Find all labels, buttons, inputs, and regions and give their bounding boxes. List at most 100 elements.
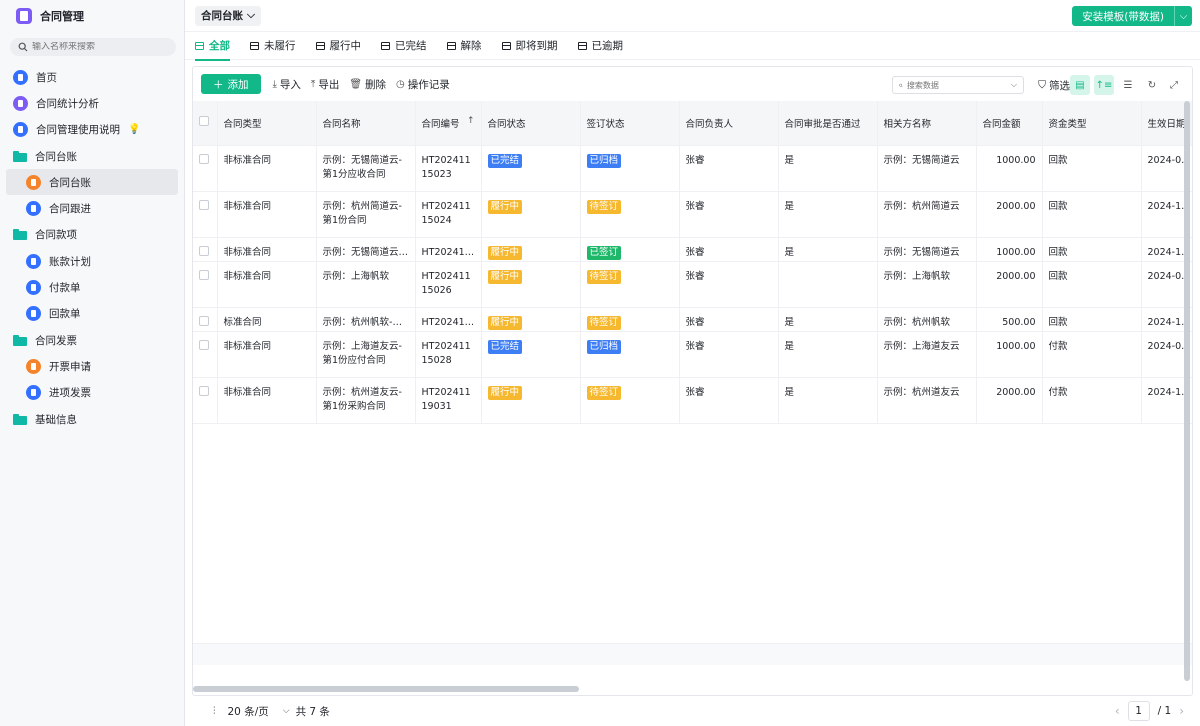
table-row[interactable]: 非标准合同 示例：无锡简道云-第1分应收合同 HT20241115023 已完结 已归档… xyxy=(193,145,1192,192)
sidebar-item-5[interactable]: 合同跟进 xyxy=(0,195,184,221)
sidebar-item-13[interactable]: 基础信息 xyxy=(0,406,184,432)
add-button[interactable]: ＋ 添加 xyxy=(201,74,261,94)
sidebar-item-2[interactable]: 合同管理使用说明 💡 xyxy=(0,117,184,143)
row-checkbox[interactable] xyxy=(193,145,218,192)
status-badge: 履行中 xyxy=(487,199,523,214)
cell-text: 回款 xyxy=(1048,316,1068,328)
table-row[interactable]: 非标准合同 示例：上海帆软 HT20241115026 履行中 待签订 张睿 示例：上海帆软… xyxy=(193,261,1192,308)
tab-3[interactable]: 已完结 xyxy=(381,32,427,60)
sidebar-item-0[interactable]: 首页 xyxy=(0,64,184,90)
sidebar-item-8[interactable]: 付款单 xyxy=(0,274,184,300)
comment-view-icon[interactable]: ▤ xyxy=(1070,75,1090,95)
sidebar-item-6[interactable]: 合同款项 xyxy=(0,222,184,248)
table-row[interactable]: 标准合同 示例：杭州帆软-第1... HT2024111... 履行中 待签订 张睿 是 示例… xyxy=(193,307,1192,332)
row-checkbox[interactable] xyxy=(193,331,218,378)
cell-text: 500.00 xyxy=(1002,316,1036,328)
sidebar-item-7[interactable]: 账款计划 xyxy=(0,248,184,274)
delete-button[interactable]: 🗑 删除 xyxy=(349,77,386,92)
tab-label: 全部 xyxy=(209,40,230,52)
horizontal-scrollbar[interactable] xyxy=(193,686,579,692)
table-row[interactable]: 非标准合同 示例：杭州道友云-第1份采购合同 HT20241119031 履行中 待签订… xyxy=(193,377,1192,424)
cell-text: 付款 xyxy=(1048,386,1068,398)
table-row[interactable]: 非标准合同 示例：上海道友云-第1份应付合同 HT20241115028 已完结 已归档… xyxy=(193,331,1192,378)
select-all-checkbox[interactable] xyxy=(193,101,218,146)
row-checkbox[interactable] xyxy=(193,237,218,262)
current-page-input[interactable]: 1 xyxy=(1127,701,1150,721)
column-header[interactable]: 合同金额 xyxy=(976,101,1043,146)
tab-0[interactable]: 全部 xyxy=(195,32,230,61)
column-header[interactable]: 合同类型 xyxy=(217,101,317,146)
column-header[interactable]: 合同负责人 xyxy=(679,101,779,146)
tab-2[interactable]: 履行中 xyxy=(315,32,361,60)
column-header[interactable]: 合同状态 xyxy=(481,101,581,146)
cell-text: 是 xyxy=(784,246,795,258)
sidebar-item-12[interactable]: 进项发票 xyxy=(0,380,184,406)
refresh-icon[interactable]: ↻ xyxy=(1142,75,1162,95)
import-button[interactable]: ⤓ 导入 xyxy=(273,77,301,92)
tab-5[interactable]: 即将到期 xyxy=(501,32,558,60)
cell-type: 非标准合同 xyxy=(217,377,317,424)
sidebar-item-3[interactable]: 合同台账 xyxy=(0,143,184,169)
sign-status-badge: 待签订 xyxy=(586,199,622,214)
cell-name: 示例：杭州道友云-第1份采购合同 xyxy=(316,377,416,424)
column-header[interactable]: 签订状态 xyxy=(580,101,680,146)
view-tabs: 全部 未履行 履行中 已完结 解除 即将到期 已逾期 xyxy=(185,32,1200,61)
sidebar-item-1[interactable]: 合同统计分析 xyxy=(0,90,184,116)
sidebar-item-9[interactable]: 回款单 xyxy=(0,301,184,327)
add-button-label: 添加 xyxy=(227,78,249,91)
row-checkbox[interactable] xyxy=(193,191,218,238)
import-icon: ⤓ xyxy=(272,78,277,90)
status-badge: 履行中 xyxy=(487,385,523,400)
cell-approved: 是 xyxy=(778,237,878,262)
column-header-label: 生效日期 xyxy=(1147,118,1186,130)
tab-6[interactable]: 已逾期 xyxy=(577,32,623,60)
row-checkbox[interactable] xyxy=(193,307,218,332)
chevron-down-icon[interactable]: ⌵ xyxy=(283,706,290,716)
table-search[interactable]: ⌵ xyxy=(892,76,1024,94)
table-search-input[interactable] xyxy=(906,80,1007,90)
sidebar-search[interactable] xyxy=(10,38,176,56)
row-height-icon[interactable]: ☰ xyxy=(1118,75,1138,95)
next-page-icon[interactable]: › xyxy=(1179,704,1184,718)
view-selector[interactable]: 合同台账 ⌵ xyxy=(195,5,261,26)
table-view-icon xyxy=(501,41,511,50)
table-view-icon xyxy=(315,41,325,50)
prev-page-icon[interactable]: ‹ xyxy=(1115,704,1120,718)
lightbulb-icon: 💡 xyxy=(128,124,141,136)
filter-button[interactable]: ⛉ 筛选 xyxy=(1038,78,1070,93)
column-header[interactable]: 资金类型 xyxy=(1042,101,1142,146)
app-logo-icon xyxy=(16,8,32,24)
cell-amount: 500.00 xyxy=(976,307,1043,332)
sidebar-item-label: 合同管理使用说明 xyxy=(36,124,120,137)
fullscreen-icon[interactable]: ⤢ xyxy=(1164,75,1184,95)
folder-icon xyxy=(13,150,27,162)
install-template-button[interactable]: 安装模板(带数据) xyxy=(1072,6,1174,26)
sidebar-search-input[interactable] xyxy=(32,42,172,52)
tab-1[interactable]: 未履行 xyxy=(250,32,296,60)
install-dropdown-button[interactable]: ⌵ xyxy=(1174,6,1192,26)
vertical-scrollbar[interactable] xyxy=(1184,101,1190,681)
column-header[interactable]: 合同编号 ↑ xyxy=(415,101,482,146)
page-size-select[interactable]: 20 条/页 xyxy=(228,704,269,719)
column-header-label: 合同金额 xyxy=(982,118,1021,130)
tab-label: 已完结 xyxy=(395,40,427,52)
table-row[interactable]: 非标准合同 示例：杭州简道云-第1份合同 HT20241115024 履行中 待签订 张睿… xyxy=(193,191,1192,238)
column-header[interactable]: 合同名称 xyxy=(316,101,416,146)
sidebar-item-11[interactable]: 开票申请 xyxy=(0,353,184,379)
column-header-label: 签订状态 xyxy=(586,118,625,130)
column-header-label: 合同编号 xyxy=(421,118,460,130)
sort-asc-icon[interactable]: ↑ xyxy=(467,116,475,126)
sidebar-item-4[interactable]: 合同台账 xyxy=(6,169,178,196)
column-header[interactable]: 合同审批是否通过 xyxy=(778,101,878,146)
sidebar-item-10[interactable]: 合同发票 xyxy=(0,327,184,353)
table-row[interactable]: 非标准合同 示例：无锡简道云-... HT2024111... 履行中 已签订 张睿 是 示例… xyxy=(193,237,1192,262)
column-header[interactable]: 相关方名称 xyxy=(877,101,977,146)
sort-icon[interactable]: ↑≡ xyxy=(1094,75,1114,95)
pagination: ⫶ 20 条/页 ⌵ 共 7 条 ‹ 1 / 1 › xyxy=(185,696,1200,726)
cell-text: HT20241115026 xyxy=(421,270,471,296)
row-checkbox[interactable] xyxy=(193,377,218,424)
tab-4[interactable]: 解除 xyxy=(446,32,482,60)
export-button[interactable]: ⤒ 导出 xyxy=(311,77,339,92)
log-button[interactable]: ◷ 操作记录 xyxy=(396,77,450,92)
row-checkbox[interactable] xyxy=(193,261,218,308)
